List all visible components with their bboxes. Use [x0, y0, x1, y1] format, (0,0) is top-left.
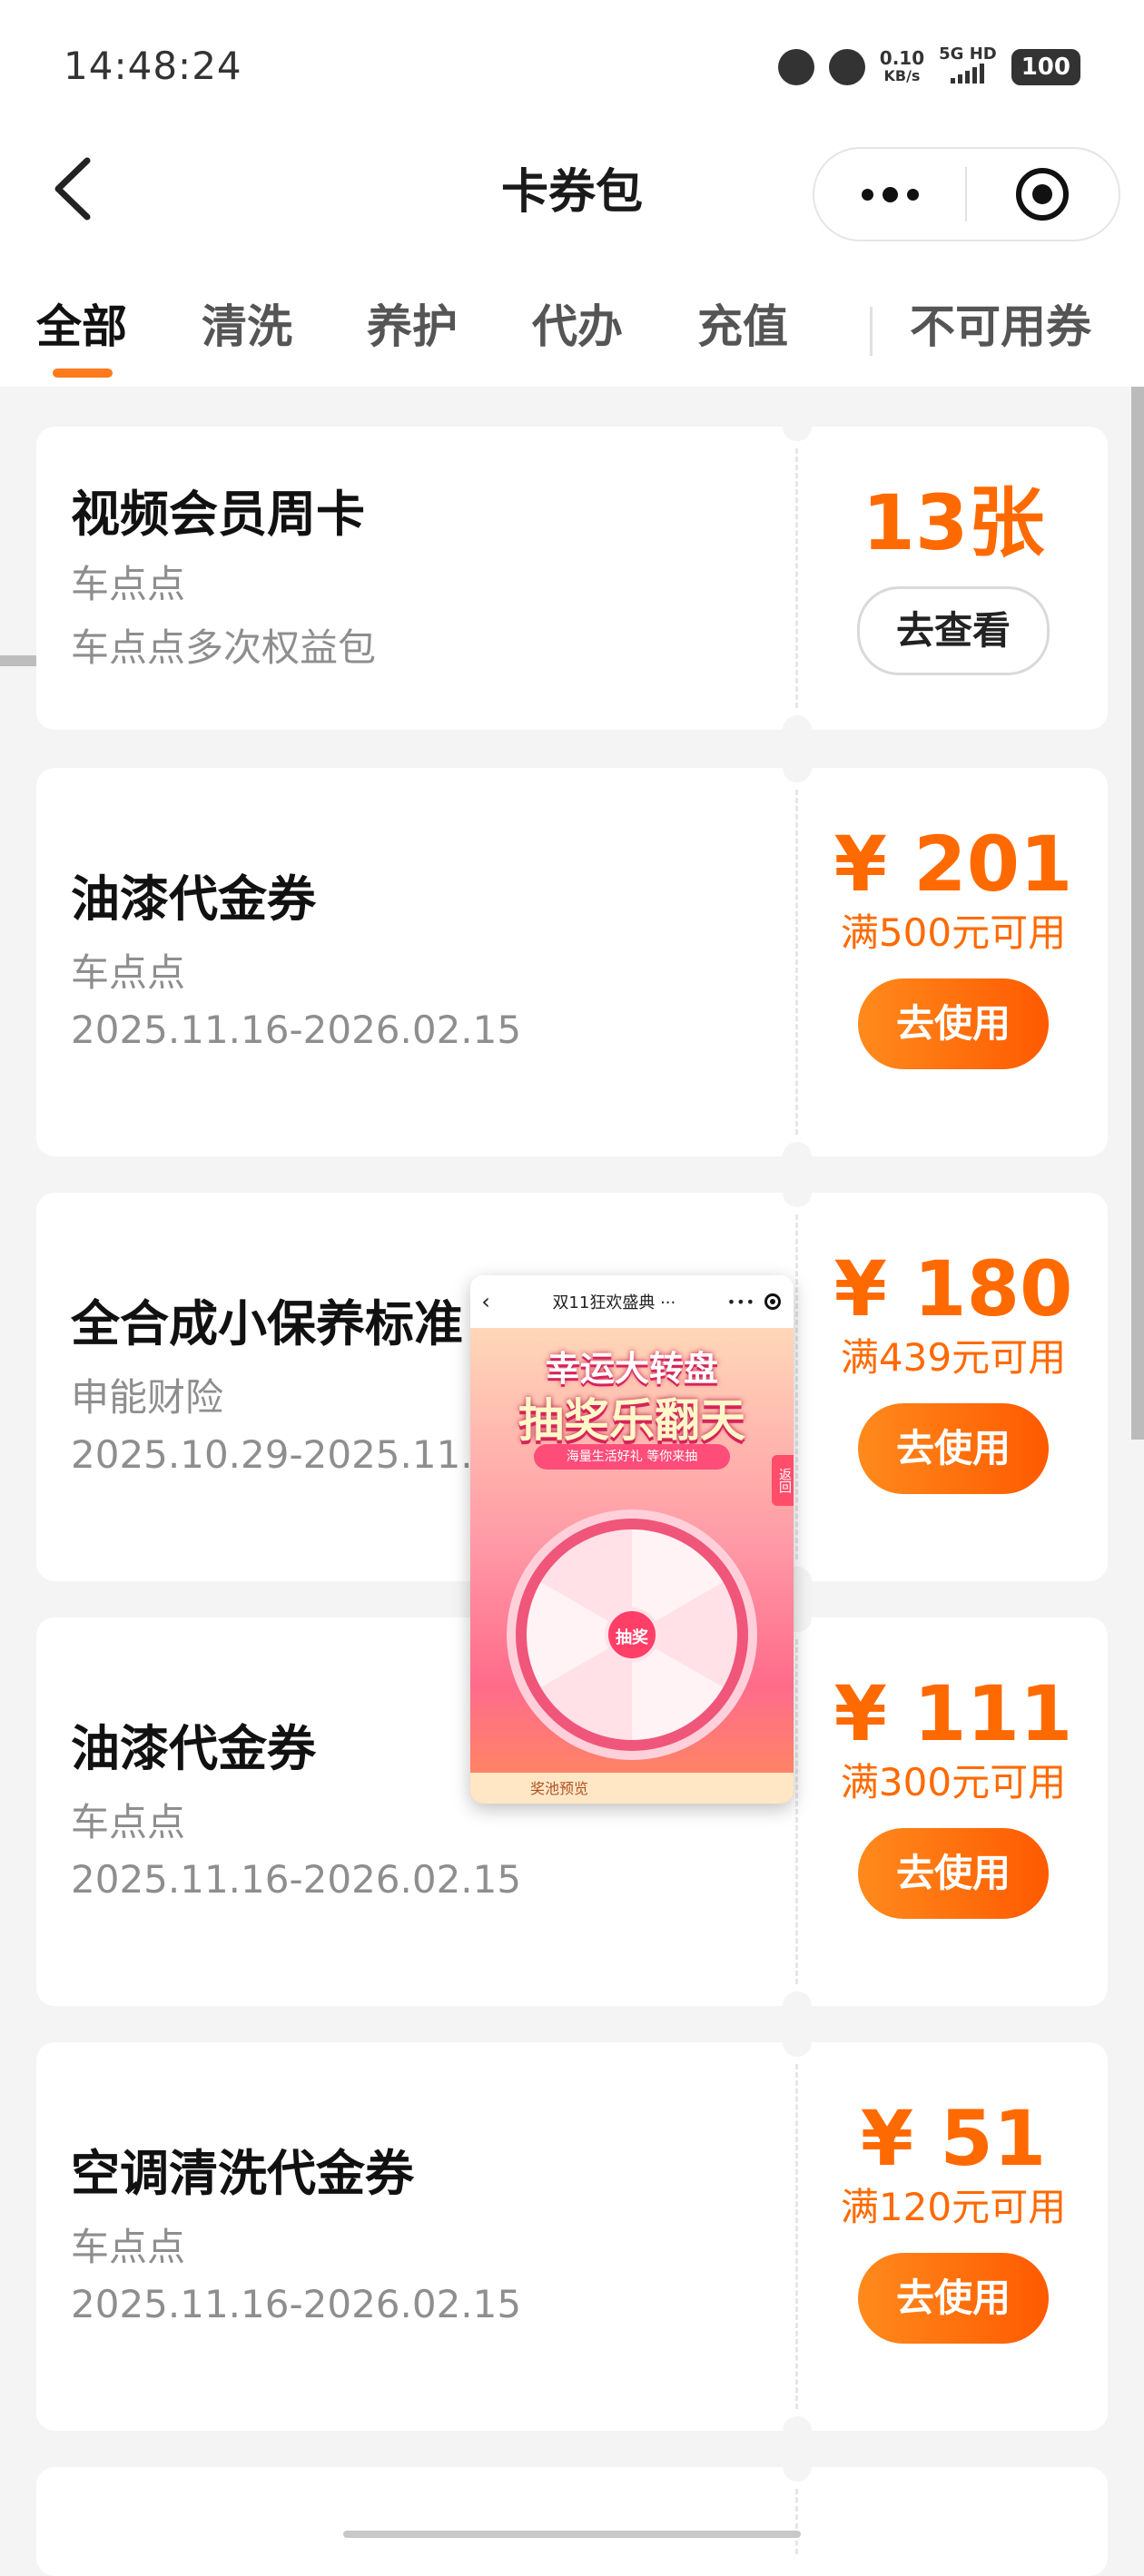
coupon-name: 油漆代金券	[71, 870, 316, 928]
back-arrow-icon[interactable]: ‹	[470, 1289, 501, 1314]
tab-maintenance[interactable]: 养护	[367, 290, 458, 363]
status-time: 14:48:24	[64, 44, 242, 88]
mute-icon	[828, 48, 865, 85]
status-icons: 0.10 KB/s 5G HD 100	[777, 45, 1080, 88]
coupon-validity: 2025.11.16-2026.02.15	[71, 2282, 522, 2326]
view-button[interactable]: 去查看	[857, 586, 1050, 675]
floating-window-bar: ‹ 双11狂欢盛典 ··· •••	[470, 1275, 794, 1328]
coupon-validity: 2025.10.29-2025.11.2	[71, 1432, 498, 1477]
return-tag[interactable]: 返回	[772, 1455, 794, 1506]
coupon-issuer: 车点点	[71, 1800, 186, 1844]
tab-agency[interactable]: 代办	[532, 290, 623, 363]
coupon-condition: 满120元可用	[840, 2185, 1067, 2229]
prize-pool-bar[interactable]: 奖池预览	[470, 1773, 794, 1804]
coupon-detail: 车点点多次权益包	[71, 625, 377, 670]
use-button[interactable]: 去使用	[858, 1403, 1049, 1494]
tab-recharge[interactable]: 充值	[697, 290, 788, 363]
lucky-wheel[interactable]: 抽奖	[507, 1509, 757, 1760]
tab-unavailable[interactable]: 不可用券	[910, 290, 1091, 363]
promo-banner[interactable]: 幸运大转盘 抽奖乐翻天 海量生活好礼 等你来抽 返回 抽奖 奖池预览	[470, 1328, 794, 1804]
coupon-condition: 满500元可用	[840, 910, 1067, 955]
coupon-name: 油漆代金券	[71, 1720, 316, 1777]
coupon-name: 视频会员周卡	[71, 486, 365, 543]
coupon-amount: ¥ 180	[833, 1244, 1073, 1333]
prize-pool-label: 奖池预览	[530, 1780, 589, 1797]
coupon-issuer: 车点点	[71, 950, 186, 995]
alarm-icon	[777, 48, 814, 85]
more-dots-icon[interactable]: •••	[727, 1293, 755, 1311]
promo-headline-2: 抽奖乐翻天	[518, 1394, 745, 1447]
coupon-amount: ¥ 201	[833, 820, 1073, 909]
coupon-amount: ¥ 51	[860, 2094, 1047, 2183]
use-button[interactable]: 去使用	[858, 2253, 1049, 2344]
network-speed: 0.10 KB/s	[879, 46, 925, 84]
target-icon[interactable]	[967, 168, 1118, 221]
coupon-amount: 13张	[862, 478, 1045, 567]
more-dots-icon[interactable]	[814, 186, 965, 202]
mini-capsule: •••	[727, 1293, 794, 1311]
coupon-validity: 2025.11.16-2026.02.15	[71, 1857, 522, 1902]
signal-icon: 5G HD	[939, 45, 997, 88]
promo-subline: 海量生活好礼 等你来抽	[534, 1444, 730, 1470]
coupon-card[interactable]: 视频会员周卡 车点点 车点点多次权益包 13张 去查看	[36, 412, 1108, 744]
coupon-issuer: 车点点	[71, 2225, 186, 2269]
use-button[interactable]: 去使用	[858, 1828, 1049, 1919]
coupon-card-partial[interactable]	[36, 2453, 1108, 2576]
coupon-validity: 2025.11.16-2026.02.15	[71, 1008, 522, 1052]
coupon-amount: ¥ 111	[833, 1669, 1073, 1758]
coupon-condition: 满439元可用	[840, 1335, 1067, 1380]
coupon-name: 空调清洗代金券	[71, 2145, 414, 2202]
use-button[interactable]: 去使用	[858, 978, 1049, 1069]
coupon-issuer: 申能财险	[71, 1375, 224, 1420]
floating-window-title: 双11狂欢盛典 ···	[552, 1293, 676, 1313]
coupon-name: 全合成小保养标准	[71, 1295, 463, 1352]
header: 卡券包	[0, 136, 1144, 281]
tab-active-indicator	[53, 369, 113, 378]
floating-promo-window[interactable]: ‹ 双11狂欢盛典 ··· ••• 幸运大转盘 抽奖乐翻天 海量生活好礼 等你来…	[470, 1275, 794, 1804]
coupon-card[interactable]: 油漆代金券 车点点 2025.11.16-2026.02.15 ¥ 201 满5…	[36, 753, 1108, 1171]
home-indicator[interactable]	[343, 2531, 801, 2538]
category-tabs: 全部 清洗 养护 代办 充值 不可用券	[0, 281, 1144, 666]
coupon-issuer: 车点点	[71, 562, 186, 606]
coupon-card[interactable]: 空调清洗代金券 车点点 2025.11.16-2026.02.15 ¥ 51 满…	[36, 2028, 1108, 2445]
tab-all[interactable]: 全部	[36, 290, 127, 363]
battery-icon: 100	[1011, 48, 1080, 85]
scrollbar[interactable]	[1131, 387, 1144, 1440]
draw-button[interactable]: 抽奖	[605, 1608, 659, 1662]
coupon-condition: 满300元可用	[840, 1760, 1067, 1804]
tab-wash[interactable]: 清洗	[202, 290, 292, 363]
status-bar: 14:48:24 0.10 KB/s 5G HD 100	[0, 0, 1144, 136]
tab-divider	[870, 307, 873, 356]
mini-program-capsule	[813, 147, 1120, 241]
target-icon[interactable]	[764, 1293, 781, 1310]
promo-headline: 幸运大转盘	[545, 1349, 718, 1389]
